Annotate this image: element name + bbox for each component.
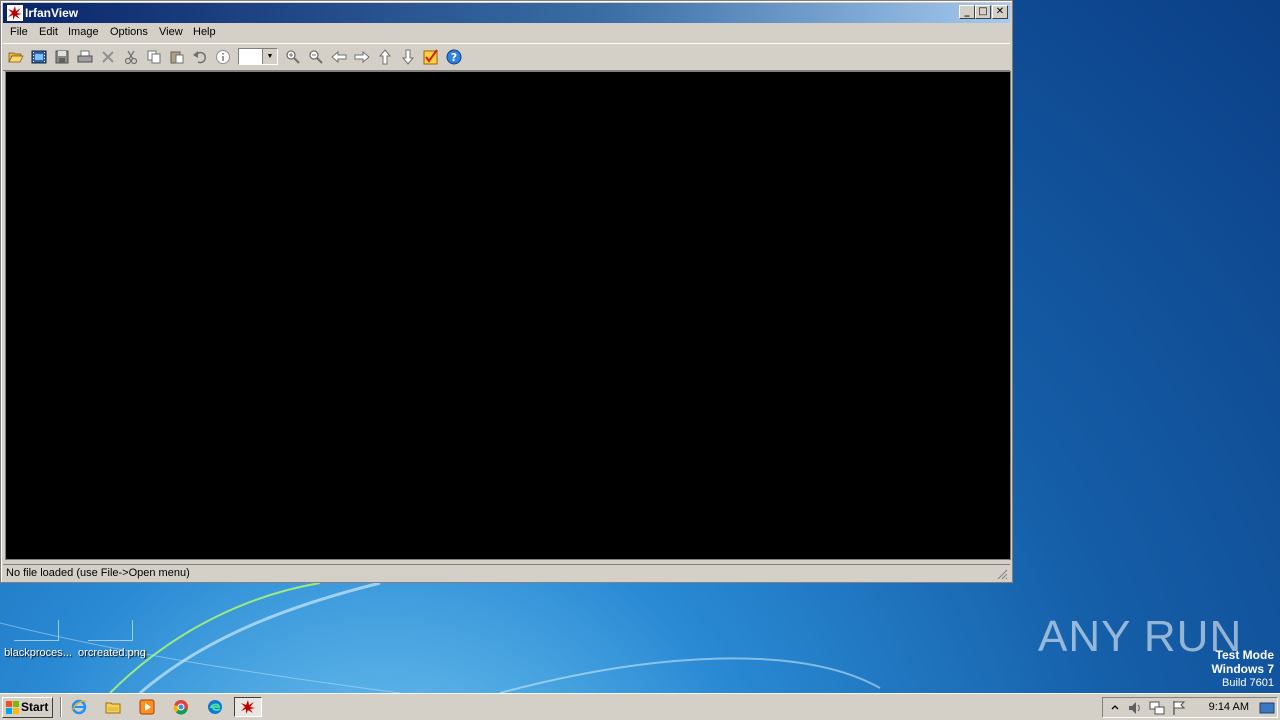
thumbnails-icon[interactable] (422, 48, 440, 66)
first-icon[interactable] (376, 48, 394, 66)
zoom-in-icon[interactable] (284, 48, 302, 66)
cut-icon[interactable] (122, 48, 140, 66)
title-bar[interactable]: IrfanView _ □ ✕ (3, 3, 1010, 23)
explorer-icon[interactable] (102, 697, 124, 717)
show-desktop-icon[interactable] (1259, 700, 1275, 716)
undo-icon[interactable] (191, 48, 209, 66)
close-button[interactable]: ✕ (992, 5, 1008, 19)
irfanview-window: IrfanView _ □ ✕ File Edit Image Options … (0, 0, 1013, 583)
clock[interactable]: 9:14 AM (1209, 701, 1249, 713)
resize-grip-icon[interactable] (996, 568, 1008, 580)
menu-file[interactable]: File (10, 26, 28, 38)
info-icon[interactable] (214, 48, 232, 66)
previous-icon[interactable] (330, 48, 348, 66)
test-mode-notice: Test Mode Windows 7 Build 7601 (1211, 648, 1274, 690)
menu-help[interactable]: Help (193, 26, 216, 38)
slideshow-icon[interactable] (30, 48, 48, 66)
next-icon[interactable] (353, 48, 371, 66)
desktop-icon-orcreated[interactable]: orcreated.png (74, 620, 150, 668)
paste-icon[interactable] (168, 48, 186, 66)
image-canvas[interactable] (5, 71, 1011, 560)
chevron-down-icon[interactable]: ▼ (262, 49, 277, 64)
test-mode-line1: Test Mode (1215, 648, 1274, 662)
open-icon[interactable] (7, 48, 25, 66)
windows-flag-icon (6, 701, 19, 714)
menu-edit[interactable]: Edit (39, 26, 58, 38)
desktop-icon-label: blackproces... (4, 647, 72, 659)
media-player-icon[interactable] (136, 697, 158, 717)
show-hidden-icons-icon[interactable] (1107, 700, 1123, 716)
test-mode-line2: Windows 7 (1211, 662, 1274, 676)
zoom-out-icon[interactable] (307, 48, 325, 66)
desktop-icon-label: orcreated.png (78, 647, 146, 659)
last-icon[interactable] (399, 48, 417, 66)
window-title: IrfanView (25, 6, 79, 20)
menu-options[interactable]: Options (110, 26, 148, 38)
taskbar: Start 9:14 AM (0, 693, 1280, 720)
status-bar: No file loaded (use File->Open menu) (3, 564, 1010, 582)
print-icon[interactable] (76, 48, 94, 66)
irfanview-icon (241, 700, 255, 714)
chrome-icon[interactable] (170, 697, 192, 717)
network-icon[interactable] (1149, 700, 1165, 716)
copy-icon[interactable] (145, 48, 163, 66)
irfanview-app-icon[interactable] (7, 5, 23, 21)
volume-icon[interactable] (1127, 700, 1143, 716)
start-button[interactable]: Start (2, 697, 53, 718)
start-label: Start (21, 700, 49, 714)
minimize-button[interactable]: _ (959, 5, 975, 19)
status-text: No file loaded (use File->Open menu) (6, 567, 190, 579)
irfanview-taskbar-button[interactable] (234, 697, 262, 717)
taskbar-separator (60, 697, 62, 717)
file-thumbnail (88, 620, 133, 641)
edge-icon[interactable] (204, 697, 226, 717)
maximize-button[interactable]: □ (975, 5, 991, 19)
test-mode-line3: Build 7601 (1222, 677, 1274, 689)
help-icon[interactable]: ? (445, 48, 463, 66)
save-icon[interactable] (53, 48, 71, 66)
menu-image[interactable]: Image (68, 26, 99, 38)
action-center-flag-icon[interactable] (1171, 700, 1187, 716)
toolbar: ▼ ? (3, 43, 1010, 71)
menu-view[interactable]: View (159, 26, 183, 38)
menu-bar: File Edit Image Options View Help (3, 23, 1010, 42)
svg-text:?: ? (451, 51, 457, 64)
file-thumbnail (14, 620, 59, 641)
zoom-combo[interactable]: ▼ (238, 48, 278, 65)
system-tray: 9:14 AM (1102, 697, 1278, 718)
desktop-icon-blackprocess[interactable]: blackproces... (0, 620, 76, 668)
delete-icon[interactable] (99, 48, 117, 66)
internet-explorer-icon[interactable] (68, 697, 90, 717)
